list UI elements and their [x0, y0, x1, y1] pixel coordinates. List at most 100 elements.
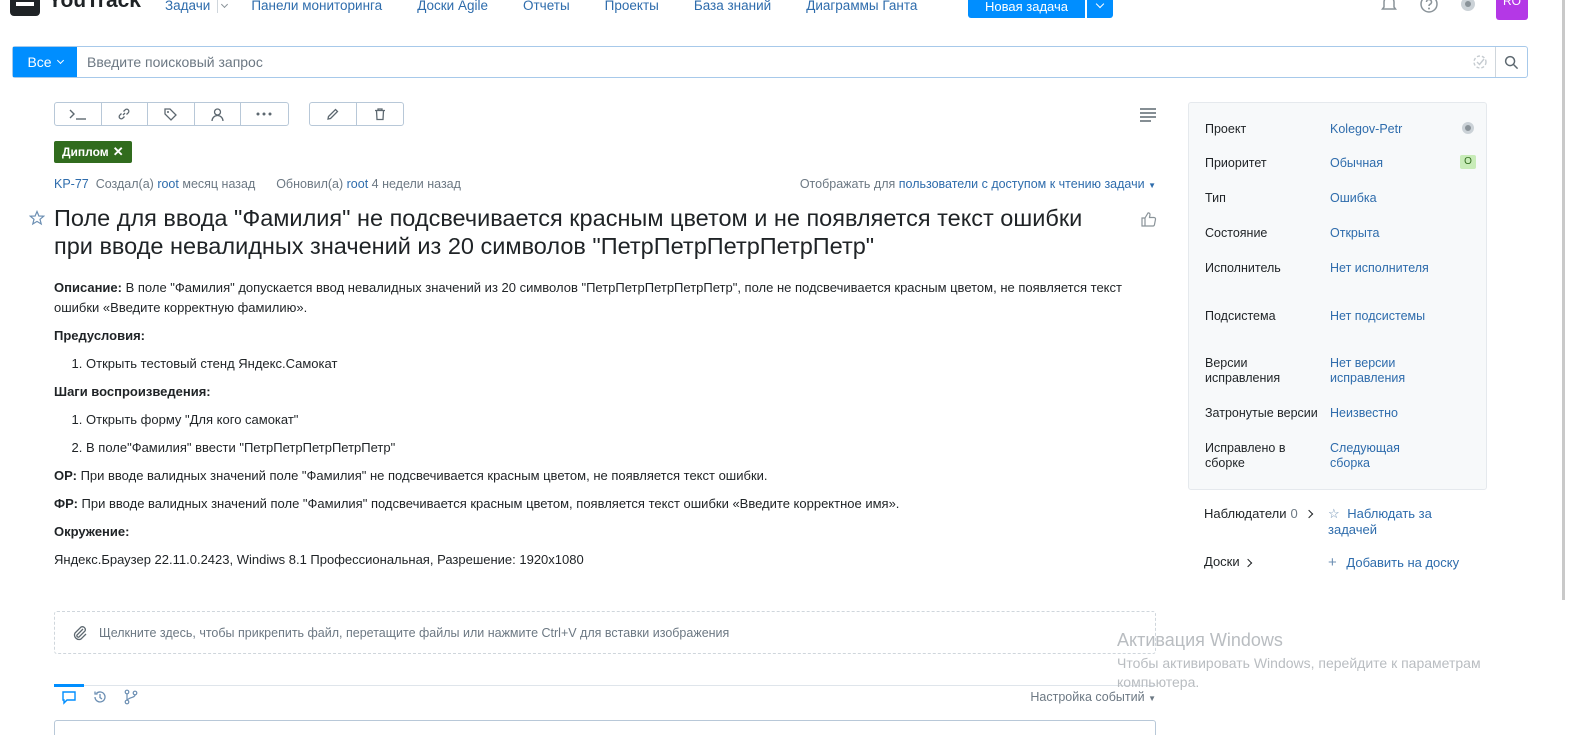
field-label: Приоритет: [1205, 156, 1267, 170]
field-value[interactable]: Нет исполнителя: [1330, 261, 1430, 276]
search-input[interactable]: [77, 47, 1465, 77]
field-fixed-in-build[interactable]: Исправлено в сборке Следующая сборка: [1205, 441, 1475, 471]
pencil-icon: [326, 108, 339, 120]
active-tab-indicator: [54, 684, 84, 687]
assign-button[interactable]: [195, 103, 241, 125]
preconditions-list: Открыть тестовый стенд Яндекс.Самокат: [86, 354, 1154, 374]
logo[interactable]: YouTrack: [10, 0, 141, 16]
field-label: Исполнитель: [1205, 261, 1281, 275]
field-state[interactable]: Состояние Открыта: [1205, 226, 1475, 241]
actual-result: ФР: При вводе валидных значений поле "Фа…: [54, 494, 1154, 514]
search-button[interactable]: [1495, 47, 1527, 77]
updated-user[interactable]: root: [347, 177, 369, 191]
attach-dropzone[interactable]: Щелкните здесь, чтобы прикрепить файл, п…: [54, 611, 1156, 654]
nav-issues-dropdown[interactable]: [221, 0, 229, 13]
field-value[interactable]: Открыта: [1330, 226, 1458, 241]
field-type[interactable]: Тип Ошибка: [1205, 191, 1475, 206]
field-value[interactable]: Нет подсистемы: [1330, 309, 1430, 324]
page-scrollbar[interactable]: [1562, 0, 1565, 600]
history-tab-icon[interactable]: [92, 689, 108, 705]
issue-fields-panel: Проект Kolegov-Petr Приоритет Обычная O Ти…: [1188, 102, 1487, 490]
edit-button[interactable]: [310, 103, 357, 125]
event-settings-dropdown[interactable]: Настройка событий ▼: [1030, 690, 1156, 704]
help-icon[interactable]: [1419, 0, 1439, 14]
nav-separator: [217, 0, 219, 13]
chevron-down-icon: [56, 56, 64, 65]
nav-gantt-charts[interactable]: Диаграммы Ганта: [806, 0, 917, 13]
more-button[interactable]: [241, 103, 288, 125]
environment-heading: Окружение:: [54, 522, 1154, 542]
field-value[interactable]: Неизвестно: [1330, 406, 1458, 421]
new-task-button[interactable]: Новая задача: [968, 0, 1085, 18]
nav-agile-boards[interactable]: Доски Agile: [417, 0, 488, 13]
field-value[interactable]: Kolegov-Petr: [1330, 122, 1458, 137]
search-icon: [1504, 55, 1519, 69]
gear-icon[interactable]: [1462, 122, 1474, 134]
settings-icon[interactable]: [1458, 0, 1478, 14]
steps-label: Шаги воспроизведения:: [54, 384, 211, 399]
comment-editor[interactable]: [54, 720, 1156, 735]
watch-issue-link[interactable]: ☆ Наблюдать за задачей: [1328, 506, 1468, 538]
plus-icon: +: [1328, 554, 1337, 571]
nav-dashboards[interactable]: Панели мониторинга: [251, 0, 382, 13]
star-icon[interactable]: [29, 210, 45, 226]
created-user[interactable]: root: [157, 177, 179, 191]
avatar[interactable]: RO: [1496, 0, 1528, 20]
nav-knowledge-base[interactable]: База знаний: [694, 0, 771, 13]
new-task-group: Новая задача: [968, 0, 1113, 18]
environment-label: Окружение:: [54, 524, 130, 539]
preconditions-heading: Предусловия:: [54, 326, 1154, 346]
menu-icon[interactable]: [1139, 107, 1157, 123]
search-scope-button[interactable]: Все: [13, 47, 77, 77]
issue-title: Поле для ввода "Фамилия" не подсвечивает…: [54, 205, 1083, 259]
add-to-board-link[interactable]: + Добавить на доску: [1328, 554, 1459, 571]
bell-icon[interactable]: [1379, 0, 1399, 14]
query-assist-icon[interactable]: [1465, 47, 1495, 77]
description-label: Описание:: [54, 280, 122, 295]
steps-heading: Шаги воспроизведения:: [54, 382, 1154, 402]
windows-activation-text: Чтобы активировать Windows, перейдите к …: [1117, 655, 1481, 690]
field-project[interactable]: Проект Kolegov-Petr: [1205, 122, 1475, 137]
field-fix-versions[interactable]: Версии исправления Нет версии исправления: [1205, 356, 1475, 386]
nav-issues[interactable]: Задачи: [165, 0, 210, 13]
caret-down-icon: ▼: [1148, 694, 1156, 703]
new-task-dropdown-button[interactable]: [1086, 0, 1113, 18]
paperclip-icon: [73, 625, 87, 640]
command-button[interactable]: [55, 103, 102, 125]
visibility-selector[interactable]: Отображать для пользователи с доступом к…: [800, 177, 1156, 191]
priority-badge: O: [1460, 155, 1476, 169]
tag-button[interactable]: [148, 103, 195, 125]
field-priority[interactable]: Приоритет Обычная: [1205, 156, 1475, 171]
nav-reports[interactable]: Отчеты: [523, 0, 570, 13]
user-icon: [211, 107, 224, 121]
watchers-toggle[interactable]: Наблюдатели 0: [1204, 506, 1313, 521]
field-value[interactable]: Обычная: [1330, 156, 1458, 171]
issue-id[interactable]: KP-77: [54, 177, 89, 191]
comments-tab-icon[interactable]: [61, 690, 77, 705]
chevron-right-icon: [1304, 509, 1313, 518]
issue-toolbar: [54, 102, 289, 126]
main-nav: Задачи Панели мониторинга Доски Agile От…: [165, 0, 917, 13]
close-icon[interactable]: ✕: [113, 144, 124, 160]
expected-text: При вводе валидных значений поле "Фамили…: [76, 468, 768, 483]
updated-time: 4 недели назад: [371, 177, 461, 191]
watchers-label: Наблюдатели: [1204, 506, 1287, 521]
field-label: Затронутые версии: [1205, 406, 1318, 420]
visibility-value[interactable]: пользователи с доступом к чтению задачи: [899, 177, 1145, 191]
field-value[interactable]: Следующая сборка: [1330, 441, 1420, 471]
environment-text: Яндекс.Браузер 22.11.0.2423, Windiws 8.1…: [54, 552, 584, 567]
delete-button[interactable]: [357, 103, 404, 125]
field-assignee[interactable]: Исполнитель Нет исполнителя: [1205, 261, 1475, 276]
nav-projects[interactable]: Проекты: [605, 0, 659, 13]
vcs-tab-icon[interactable]: [123, 689, 139, 705]
boards-toggle[interactable]: Доски: [1204, 554, 1253, 569]
link-button[interactable]: [102, 103, 148, 125]
field-affected-versions[interactable]: Затронутые версии Неизвестно: [1205, 406, 1475, 421]
more-icon: [256, 112, 272, 116]
field-subsystem[interactable]: Подсистема Нет подсистемы: [1205, 309, 1475, 324]
field-value[interactable]: Ошибка: [1330, 191, 1458, 206]
field-value[interactable]: Нет версии исправления: [1330, 356, 1430, 386]
thumbs-up-icon[interactable]: [1140, 211, 1157, 228]
search-bar: Все: [12, 46, 1528, 78]
issue-tag[interactable]: Диплом ✕: [54, 141, 132, 163]
